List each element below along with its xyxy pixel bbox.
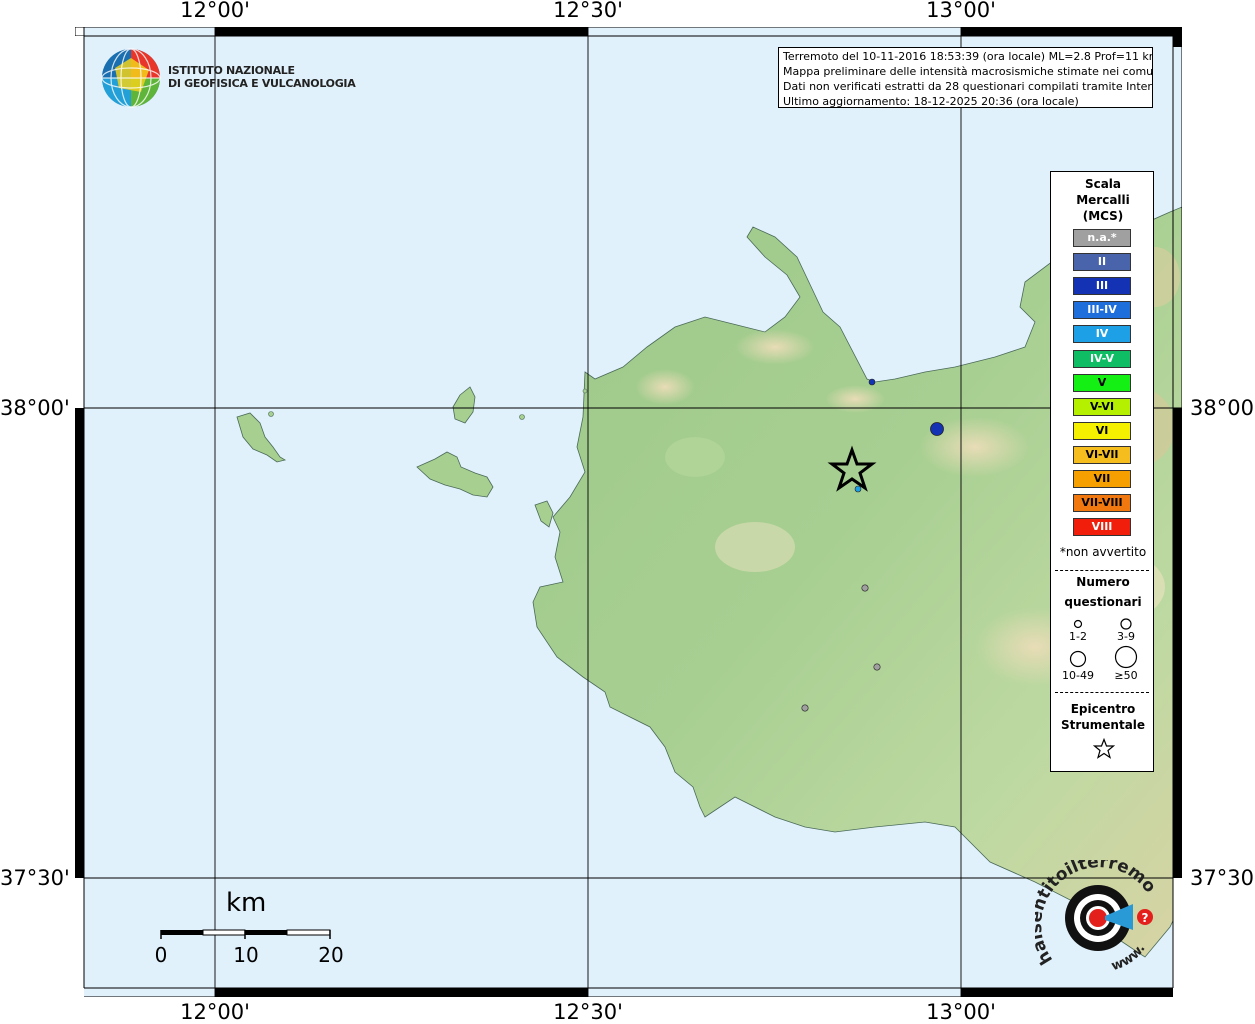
legend-swatch-vii: VII <box>1073 470 1131 488</box>
scale-tick-label: 10 <box>233 943 259 967</box>
ingv-logo-text: ISTITUTO NAZIONALE DI GEOFISICA E VULCAN… <box>168 64 356 90</box>
event-info-line-1: Terremoto del 10-11-2016 18:53:39 (ora l… <box>783 50 1153 63</box>
hai-sentito-badge[interactable]: haisentitoilterremoto.it www. ? <box>1026 845 1175 989</box>
legend-divider <box>1055 692 1149 693</box>
relief-hill <box>715 522 795 572</box>
count-title-2: questionari <box>1064 595 1142 609</box>
ingv-logo <box>101 48 161 112</box>
lon-label-bottom-1200: 12°00' <box>180 1000 250 1024</box>
legend-swatch-iv-v: IV-V <box>1073 349 1131 368</box>
point-east-large[interactable] <box>930 422 944 436</box>
size-label: ≥50 <box>1114 669 1138 682</box>
relief-hill <box>735 329 815 365</box>
badge-arc-url: www. <box>1109 941 1148 974</box>
size-label: 3-9 <box>1117 630 1135 643</box>
logo-line-2: DI GEOFISICA E VULCANOLOGIA <box>168 77 356 90</box>
legend-swatch-n-a: n.a.* <box>1073 229 1131 247</box>
point-south-3[interactable] <box>801 704 809 712</box>
lon-label-top-1200: 12°00' <box>180 0 250 22</box>
legend-swatch-vi-vii: VI-VII <box>1073 445 1131 464</box>
lon-label-top-1300: 13°00' <box>926 0 996 22</box>
size-label: 1-2 <box>1069 630 1087 643</box>
lat-label-left-3800: 38°00' <box>0 396 70 420</box>
islet <box>582 388 588 394</box>
point-near-epicenter[interactable] <box>854 485 862 493</box>
map-frame[interactable] <box>74 26 1183 998</box>
lat-label-right-3800: 38°00' <box>1190 396 1255 420</box>
legend-swatch-iv: IV <box>1073 325 1131 344</box>
event-info-line-2: Mappa preliminare delle intensità macros… <box>783 65 1153 78</box>
event-info-box: Terremoto del 10-11-2016 18:53:39 (ora l… <box>778 47 1153 108</box>
legend-swatch-iii: III <box>1073 277 1131 296</box>
lon-label-bottom-1300: 13°00' <box>926 1000 996 1024</box>
lat-label-left-3730: 37°30' <box>0 866 70 890</box>
relief-hill <box>665 437 725 477</box>
legend-title-3: (MCS) <box>1082 209 1124 223</box>
lon-label-bottom-1230: 12°30' <box>553 1000 623 1024</box>
intensity-legend: Scala Mercalli (MCS) n.a.* II III III-IV IV I… <box>1050 171 1154 772</box>
scale-tick-label: 0 <box>154 943 168 967</box>
scale-tick-label: 20 <box>318 943 344 967</box>
logo-line-1: ISTITUTO NAZIONALE <box>168 64 295 77</box>
hai-sentito-logo-icon: haisentitoilterremoto.it www. ? <box>1026 845 1160 974</box>
point-palermo-coast[interactable] <box>868 378 876 386</box>
ingv-globe-icon <box>101 48 161 108</box>
epicenter-title-2: Strumentale <box>1060 718 1146 732</box>
event-info-line-4: Ultimo aggiornamento: 18-12-2025 20:36 (… <box>783 95 1079 108</box>
legend-swatch-v-vi: V-VI <box>1073 397 1131 416</box>
legend-divider <box>1055 570 1149 571</box>
islet <box>519 414 525 420</box>
size-circle-medium <box>1120 618 1132 630</box>
svg-text:?: ? <box>1142 911 1149 925</box>
legend-note: *non avvertito <box>1059 545 1147 559</box>
islet <box>268 411 274 417</box>
legend-swatch-ii: II <box>1073 253 1131 272</box>
count-title-1: Numero <box>1076 575 1130 589</box>
size-circle-large <box>1069 650 1087 668</box>
size-circle-small <box>1073 619 1083 629</box>
size-label: 10-49 <box>1062 669 1094 682</box>
point-south-1[interactable] <box>861 584 869 592</box>
event-info-line-3: Dati non verificati estratti da 28 quest… <box>783 80 1153 93</box>
scale-unit-label: km <box>226 888 267 918</box>
map-canvas[interactable] <box>74 26 1183 998</box>
relief-hill <box>635 369 695 405</box>
legend-swatch-vii-viii: VII-VIII <box>1073 494 1131 513</box>
svg-text:www.: www. <box>1109 941 1148 974</box>
legend-swatch-viii: VIII <box>1073 518 1131 537</box>
relief-hill <box>825 385 885 413</box>
point-south-2[interactable] <box>873 663 881 671</box>
size-circle-xlarge <box>1114 645 1138 669</box>
legend-title-2: Mercalli <box>1076 193 1130 207</box>
epicenter-title-1: Epicentro <box>1070 702 1136 716</box>
legend-swatch-iii-iv: III-IV <box>1073 301 1131 320</box>
lon-label-top-1230: 12°30' <box>553 0 623 22</box>
legend-swatch-v: V <box>1073 373 1131 392</box>
lat-label-right-3730: 37°30' <box>1190 866 1255 890</box>
legend-title-1: Scala <box>1084 177 1122 191</box>
epicenter-star-legend-icon <box>1093 738 1115 759</box>
legend-swatch-vi: VI <box>1073 421 1131 440</box>
